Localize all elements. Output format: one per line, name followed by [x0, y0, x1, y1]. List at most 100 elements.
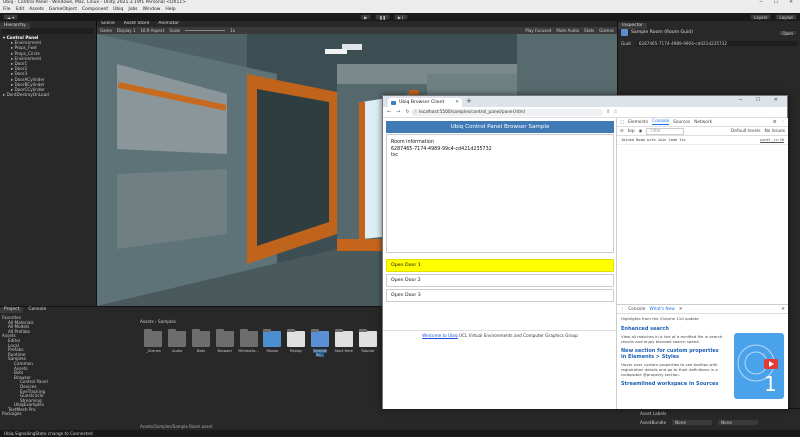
drawer-tab-whats-new[interactable]: What's New	[649, 307, 674, 312]
console-log-message: Joined Room with Join Code tsc	[621, 138, 686, 142]
asset-icon	[621, 29, 628, 36]
console-filter-input[interactable]: Filter	[646, 127, 685, 135]
welcome-link[interactable]: Welcome to Ubiq	[422, 333, 458, 338]
assetbundle-label: AssetBundle	[640, 420, 667, 425]
drawer-tab-console[interactable]: Console	[628, 307, 645, 312]
tab-sources[interactable]: Sources	[673, 120, 690, 125]
url-field[interactable]: ⓘ localhost:5500/samples/control_panel/p…	[411, 109, 603, 116]
assetbundle-dropdown[interactable]: None	[672, 420, 713, 425]
asset-scene[interactable]: Start Here	[333, 329, 354, 357]
tab-scene[interactable]: Scene	[97, 21, 119, 27]
levels-dropdown[interactable]: Default levels	[731, 129, 761, 134]
close-drawer-tab-icon[interactable]: ✕	[679, 307, 683, 312]
context-dropdown[interactable]: top	[628, 129, 635, 134]
open-door-2-button[interactable]: Open Door 2	[386, 274, 614, 287]
breadcrumb-samples[interactable]: Samples	[158, 319, 176, 324]
asset-folder[interactable]: _Scenes	[143, 329, 164, 357]
door-list: Open Door 1 Open Door 2 Open Door 3	[386, 259, 614, 304]
layout-dropdown[interactable]: Layout	[775, 14, 798, 20]
menu-assets[interactable]: Assets	[29, 6, 44, 13]
project-tree: Favorites All Materials All Models All P…	[2, 315, 137, 417]
asset-folder[interactable]: Browser	[214, 329, 235, 357]
drawer-menu-icon[interactable]: ⋮	[620, 307, 624, 312]
hierarchy-item[interactable]: ▸ DontDestroyOnLoad	[3, 92, 96, 97]
gizmos-dropdown[interactable]: Gizmos	[599, 28, 614, 33]
menu-jobs[interactable]: Jobs	[128, 6, 137, 13]
menu-window[interactable]: Window	[143, 6, 161, 13]
info-icon[interactable]: ⓘ	[413, 109, 417, 116]
hierarchy-panel: Hierarchy ▾ Control Panel ▸ Environment …	[0, 21, 97, 305]
clear-console-icon[interactable]: ⊘	[620, 129, 624, 134]
whats-new-drawer: ⋮ Console What's New ✕ ✕ Highlights from…	[617, 304, 788, 409]
assetbundle-variant-dropdown[interactable]: None	[718, 420, 759, 425]
browser-tab[interactable]: Ubiq Browser Client Sample ✕	[388, 98, 462, 114]
stats-toggle[interactable]: Stats	[584, 28, 594, 33]
star-icon[interactable]: ☆	[613, 109, 617, 115]
asset-selected[interactable]: Sample Ro...	[310, 329, 331, 357]
menu-edit[interactable]: Edit	[16, 6, 25, 13]
layers-dropdown[interactable]: Layers	[750, 14, 772, 20]
step-button[interactable]: ▶❘	[393, 14, 409, 20]
forward-icon[interactable]: →	[396, 109, 400, 115]
asset-scene[interactable]: Tutorial	[357, 329, 378, 357]
whats-new-video-thumbnail[interactable]: 1	[734, 333, 784, 399]
close-drawer-icon[interactable]: ✕	[781, 307, 785, 312]
play-focused-dropdown[interactable]: Play Focused	[525, 28, 551, 33]
whats-new-item-title[interactable]: Enhanced search	[621, 326, 725, 332]
guid-field[interactable]: 6287465-7174-4989-9904-cd421d235732	[636, 41, 797, 46]
asset-folder[interactable]: Minimalis...	[238, 329, 259, 357]
web-page: Ubiq Control Panel Browser Sample Room i…	[383, 118, 617, 409]
tree-item[interactable]: Packages	[2, 412, 137, 417]
open-door-1-button[interactable]: Open Door 1	[386, 259, 614, 272]
account-button[interactable]: ☁ ▾	[3, 14, 19, 20]
menu-component[interactable]: Component	[82, 6, 108, 13]
chrome-110-graphic: 1	[737, 344, 778, 396]
mute-audio-toggle[interactable]: Mute Audio	[556, 28, 579, 33]
breadcrumb-assets[interactable]: Assets	[140, 319, 154, 324]
open-door-3-button[interactable]: Open Door 3	[386, 289, 614, 302]
asset-prefab[interactable]: Mouse	[262, 329, 283, 357]
inspect-icon[interactable]: ⬚	[620, 120, 624, 125]
asset-folder[interactable]: Bots	[191, 329, 212, 357]
reload-icon[interactable]: ↻	[405, 109, 409, 115]
back-icon[interactable]: ←	[387, 109, 391, 115]
eye-icon[interactable]: ◉	[639, 129, 643, 134]
tab-asset-store[interactable]: Asset Store	[119, 21, 154, 27]
play-button[interactable]: ▶	[360, 14, 372, 20]
tab-elements[interactable]: Elements	[628, 120, 648, 125]
main-toolbar: ☁ ▾ ▶ ❚❚ ▶❘ Layers Layout	[0, 13, 800, 21]
game-tab[interactable]: Game	[100, 28, 112, 33]
tab-console[interactable]: Console	[24, 307, 51, 313]
aspect-dropdown[interactable]: 16:9 Aspect	[140, 28, 164, 33]
share-icon[interactable]: ⇪	[606, 109, 610, 115]
asset-path: Assets/Samples/Sample Room.asset	[140, 424, 213, 429]
issues-badge[interactable]: No Issues	[764, 129, 785, 134]
asset-folder[interactable]: Audio	[167, 329, 188, 357]
display-dropdown[interactable]: Display 1	[117, 28, 136, 33]
menu-ubiq[interactable]: Ubiq	[113, 6, 123, 13]
open-button[interactable]: Open	[778, 29, 797, 36]
menu-help[interactable]: Help	[165, 6, 175, 13]
whats-new-item-title[interactable]: New section for custom properties in Ele…	[621, 348, 725, 360]
tab-hierarchy[interactable]: Hierarchy	[0, 23, 30, 29]
new-tab-icon[interactable]: +	[466, 97, 472, 105]
close-tab-icon[interactable]: ✕	[455, 98, 459, 107]
menu-file[interactable]: File	[3, 6, 11, 13]
tab-console-devtools[interactable]: Console	[652, 119, 670, 125]
asset-scene[interactable]: Replay	[286, 329, 307, 357]
console-log-source[interactable]: panel.js:48	[760, 138, 784, 142]
room-info-heading: Room information	[391, 140, 434, 145]
window-title: Ubiq - Control Panel - Windows, Mac, Lin…	[3, 0, 187, 5]
more-icon[interactable]: ⋮	[781, 120, 785, 125]
browser-window-controls[interactable]: ─ ☐ ✕	[739, 97, 784, 103]
browser-window: Ubiq Browser Client Sample ✕ + ─ ☐ ✕ ← →…	[382, 95, 788, 409]
settings-gear-icon[interactable]: ⚙	[773, 120, 777, 125]
whats-new-item-title[interactable]: Streamlined workspace in Sources	[621, 381, 725, 387]
menu-gameobject[interactable]: GameObject	[49, 6, 77, 13]
scale-slider[interactable]	[185, 30, 226, 31]
footer-text: UCL Virtual Environments and Computer Gr…	[459, 333, 578, 338]
tab-network[interactable]: Network	[694, 120, 712, 125]
pause-button[interactable]: ❚❚	[375, 14, 390, 20]
tab-project[interactable]: Project	[0, 307, 24, 313]
tab-animator[interactable]: Animator	[154, 21, 184, 27]
